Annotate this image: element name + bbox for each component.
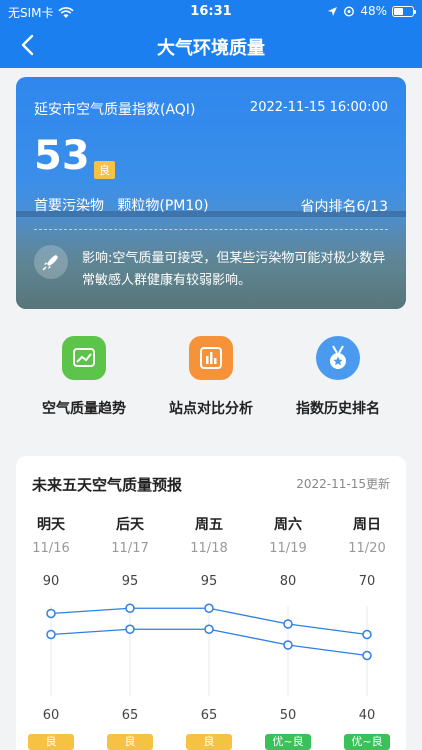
province-rank: 省内排名6/13: [300, 199, 388, 215]
low-point: [204, 603, 214, 613]
shortcut-label: 指数历史排名: [296, 401, 380, 417]
forecast-day: 周日: [353, 517, 381, 533]
shortcut-label: 站点对比分析: [169, 401, 253, 417]
forecast-low-label: 65: [200, 708, 218, 723]
high-point: [204, 624, 214, 634]
primary-pollutant-label: 首要污染物: [34, 198, 104, 214]
forecast-level-badge: 良: [28, 734, 74, 750]
forecast-high-label: 95: [200, 574, 218, 589]
forecast-level-badge: 良: [186, 734, 232, 750]
forecast-level-badge: 优~良: [344, 734, 390, 750]
status-bar: 无SIM卡 16:31 48%: [0, 0, 422, 22]
forecast-date: 11/16: [32, 541, 70, 556]
primary-pollutant: 首要污染物 颗粒物(PM10): [34, 195, 209, 215]
aqi-datetime: 2022-11-15 16:00:00: [249, 100, 388, 115]
medal-icon: [316, 336, 360, 380]
alarm-icon: [344, 6, 355, 17]
aqi-value: 53: [34, 133, 90, 179]
high-point: [46, 629, 56, 640]
forecast-low-label: 50: [279, 708, 297, 723]
forecast-low-label: 60: [42, 708, 60, 723]
forecast-level-badge: 优~良: [265, 734, 311, 750]
forecast-date: 11/20: [348, 541, 386, 556]
page-title: 大气环境质量: [157, 38, 265, 59]
low-point: [283, 619, 293, 629]
forecast-date: 11/18: [190, 541, 228, 556]
rocket-icon: [34, 245, 68, 279]
forecast-card: 未来五天空气质量预报 2022-11-15更新 明天 11/16 90 60 良…: [16, 456, 406, 750]
shortcut-air-quality-trend[interactable]: 空气质量趋势: [24, 330, 144, 418]
bar-chart-icon: [189, 336, 233, 380]
forecast-high-label: 80: [279, 574, 297, 589]
forecast-day: 周六: [274, 517, 302, 533]
forecast-line-chart: [46, 603, 372, 696]
forecast-level-badge: 良: [107, 734, 153, 750]
aqi-level-badge: 良: [94, 161, 115, 179]
battery-percent: 48%: [360, 4, 387, 18]
forecast-day: 后天: [116, 517, 144, 533]
forecast-low-label: 40: [358, 708, 376, 723]
aqi-city-title: 延安市空气质量指数(AQI): [34, 102, 196, 118]
forecast-day: 周五: [195, 517, 223, 533]
forecast-low-label: 65: [121, 708, 139, 723]
low-point: [46, 608, 56, 619]
forecast-high-label: 70: [358, 574, 376, 589]
primary-pollutant-value: 颗粒物(PM10): [117, 198, 209, 214]
low-point: [125, 603, 135, 613]
high-point: [283, 640, 293, 650]
forecast-day: 明天: [37, 517, 65, 533]
forecast-date: 11/19: [269, 541, 307, 556]
aqi-card: 延安市空气质量指数(AQI) 2022-11-15 16:00:00 53 良 …: [16, 77, 406, 309]
shortcut-index-history-rank[interactable]: 指数历史排名: [278, 330, 398, 418]
top-bar: 无SIM卡 16:31 48% 大气环境质量: [0, 0, 422, 68]
nav-bar: 大气环境质量: [0, 28, 422, 62]
forecast-high-label: 90: [42, 574, 60, 589]
location-icon: [328, 6, 338, 16]
low-point: [362, 629, 372, 640]
trend-chart-icon: [62, 336, 106, 380]
health-impact-text: 影响:空气质量可接受，但某些污染物可能对极少数异常敏感人群健康有较弱影响。: [82, 251, 386, 288]
battery-icon: [392, 5, 416, 17]
shortcut-row: 空气质量趋势 站点对比分析 指数历史排名: [0, 330, 422, 430]
high-point: [125, 624, 135, 634]
forecast-high-label: 95: [121, 574, 139, 589]
shortcut-label: 空气质量趋势: [42, 401, 126, 417]
high-point: [362, 650, 372, 661]
card-divider: [34, 229, 388, 230]
forecast-date: 11/17: [111, 541, 149, 556]
shortcut-station-comparison[interactable]: 站点对比分析: [151, 330, 271, 418]
